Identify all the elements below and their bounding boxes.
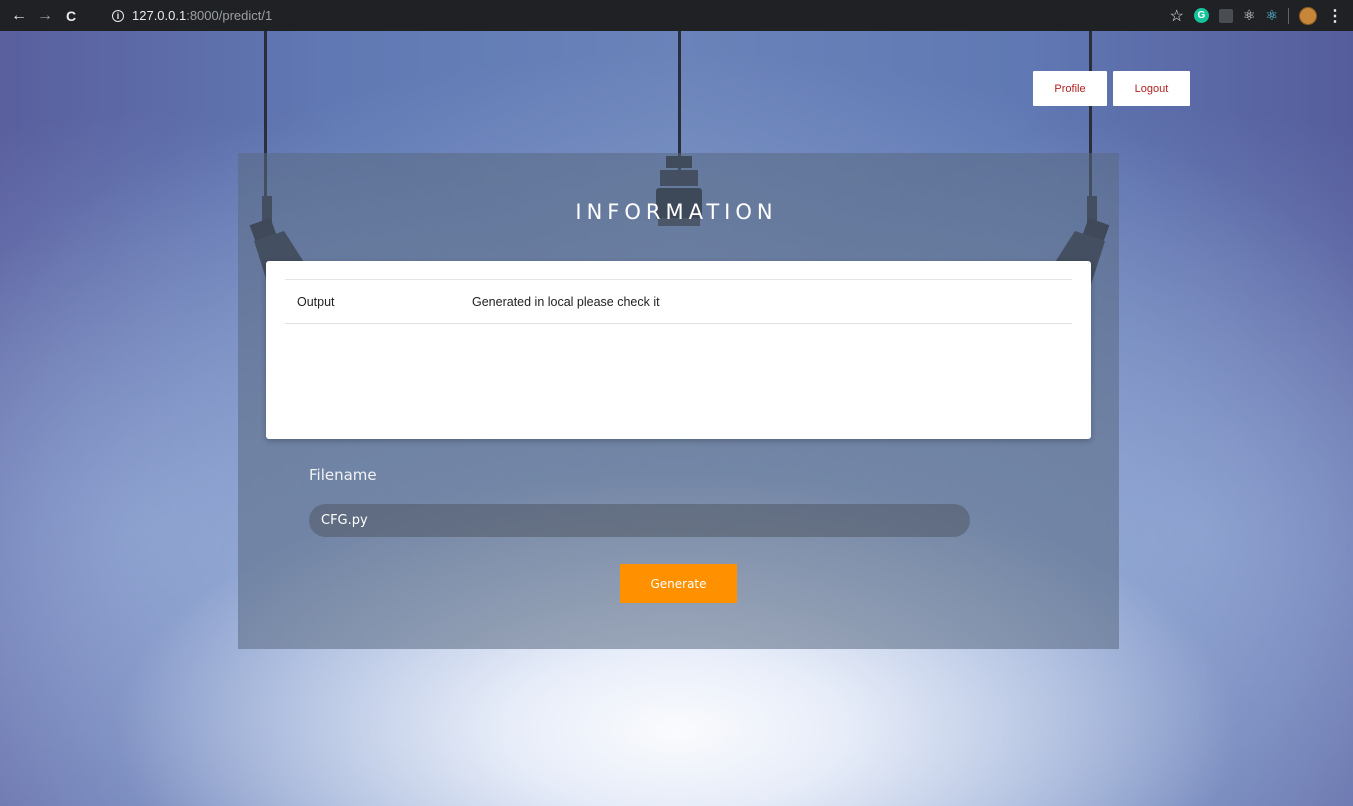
address-bar[interactable]: i 127.0.0.1:8000/predict/1: [104, 4, 1144, 27]
url-path: :8000/predict/1: [186, 8, 273, 23]
filename-label: Filename: [309, 466, 377, 484]
react-extension-icon[interactable]: ⚛: [1265, 7, 1278, 24]
profile-button[interactable]: Profile: [1033, 71, 1107, 106]
filename-input[interactable]: CFG.py: [309, 504, 970, 537]
generate-button[interactable]: Generate: [620, 564, 737, 603]
page-title: INFORMATION: [575, 200, 778, 224]
output-value: Generated in local please check it: [472, 294, 660, 309]
back-arrow-icon[interactable]: ←: [6, 7, 32, 25]
site-info-icon[interactable]: i: [112, 9, 124, 22]
forward-arrow-icon[interactable]: →: [32, 7, 58, 25]
url-host: 127.0.0.1: [132, 8, 187, 23]
extensions-area: ☆ G ⚛ ⚛ ⋮: [1170, 0, 1343, 31]
grammarly-extension-icon[interactable]: G: [1193, 8, 1209, 23]
center-lamp-cable: [678, 31, 681, 171]
logout-button[interactable]: Logout: [1113, 71, 1190, 106]
menu-kebab-icon[interactable]: ⋮: [1327, 6, 1343, 26]
output-card: Output Generated in local please check i…: [266, 261, 1091, 439]
react-devtools-icon[interactable]: ⚛: [1243, 7, 1256, 24]
browser-toolbar: ← → C i 127.0.0.1:8000/predict/1 ☆ G ⚛ ⚛…: [0, 0, 1353, 31]
output-key: Output: [297, 294, 335, 309]
table-row: Output Generated in local please check i…: [285, 279, 1072, 324]
profile-avatar-icon[interactable]: [1299, 6, 1317, 25]
reload-icon[interactable]: C: [58, 8, 84, 24]
extension-icon[interactable]: [1218, 8, 1233, 23]
bookmark-star-icon[interactable]: ☆: [1170, 6, 1184, 26]
toolbar-divider: [1288, 7, 1289, 24]
